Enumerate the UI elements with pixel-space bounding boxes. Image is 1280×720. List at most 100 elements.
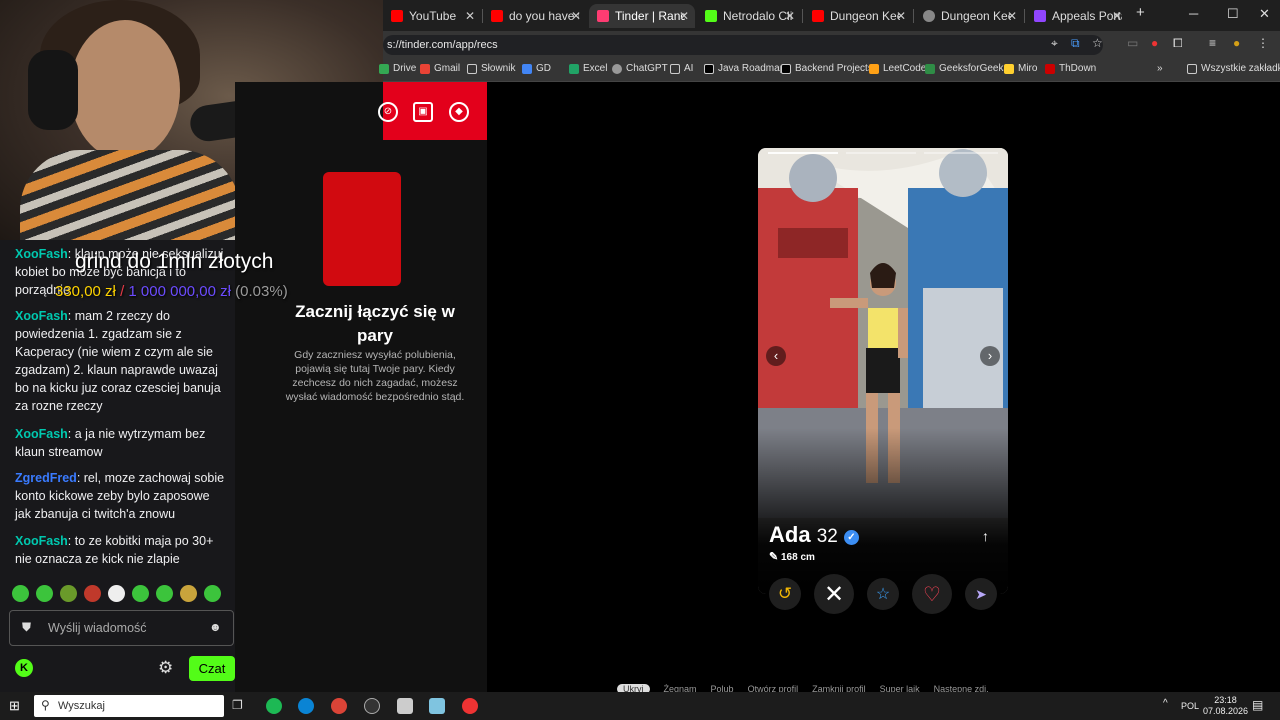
bookmark-item[interactable]: ThDown [1045, 63, 1096, 74]
like-button[interactable]: ♡ [912, 574, 952, 614]
close-tab-icon[interactable]: ✕ [1112, 9, 1122, 23]
profile-card[interactable]: ‹ › Ada 32 ✓ ↑ ✎ 168 cm [758, 148, 1008, 594]
briefcase-icon[interactable]: ▣ [413, 102, 433, 122]
profile-age: 32 [816, 526, 838, 547]
shield-icon: ⛊ [22, 620, 32, 634]
puzzle-icon[interactable]: ⧠ [1173, 36, 1183, 51]
chrome-icon[interactable] [331, 698, 347, 714]
extension-icon[interactable]: ● [1151, 36, 1158, 50]
empty-matches-description: Gdy zaczniesz wysyłać polubienia, pojawi… [285, 349, 465, 403]
matches-sidebar: ⊘ ▣ ◆ Zacznij łączyć się w pary Gdy zacz… [235, 82, 487, 692]
system-clock[interactable]: 23:18 07.08.2026 [1203, 695, 1248, 717]
tab-youtube[interactable]: YouTube ✕ [383, 4, 481, 28]
translate-icon[interactable]: ⧉ [1071, 36, 1080, 51]
streamer-shirt [20, 150, 240, 240]
bookmark-item[interactable]: Excel [569, 63, 607, 74]
bookmark-item[interactable]: LeetCode [869, 63, 926, 74]
star-bookmark-icon[interactable]: ☆ [1092, 36, 1103, 50]
chat-message: XooFash: a ja nie wytrzymam bez klaun st… [15, 427, 206, 459]
youtube-icon [812, 10, 824, 22]
up-arrow-icon[interactable]: ^ [1163, 698, 1168, 709]
emote-icon[interactable] [204, 585, 221, 602]
chat-message: ZgredFred: rel, moze zachowaj sobie kont… [15, 471, 225, 521]
maximize-icon[interactable]: ☐ [1227, 6, 1239, 22]
youtube-icon [391, 10, 403, 22]
emote-icon[interactable] [12, 585, 29, 602]
task-view-icon[interactable]: ❐ [232, 698, 248, 714]
bookmark-item[interactable]: ChatGPT [612, 63, 668, 74]
tab-appeals[interactable]: Appeals Portal ✕ [1026, 4, 1128, 28]
url-field[interactable]: s://tinder.com/app/recs [383, 35, 1103, 55]
open-profile-icon[interactable]: ↑ [982, 528, 989, 544]
gear-icon[interactable]: ⚙ [158, 658, 173, 678]
boost-button[interactable]: ➤ [965, 578, 997, 610]
headphones [28, 50, 78, 130]
location-icon[interactable]: ⌖ [1051, 36, 1058, 51]
language-indicator[interactable]: POL [1181, 701, 1199, 711]
extension-icon[interactable]: ▭ [1127, 36, 1138, 50]
emote-icon[interactable] [84, 585, 101, 602]
bookmark-item[interactable]: Drive [379, 63, 416, 74]
emote-icon[interactable] [132, 585, 149, 602]
bookmark-item[interactable]: Miro [1004, 63, 1037, 74]
chat-send-button[interactable]: Czat [189, 656, 235, 681]
emote-icon[interactable] [36, 585, 53, 602]
tab-tinder[interactable]: Tinder | Randki, p ✕ [589, 4, 695, 28]
tab-clips[interactable]: Netrodalo Clips ✕ [697, 4, 801, 28]
new-tab-button[interactable]: + [1136, 4, 1145, 21]
tab-dungeon-keeper-2[interactable]: Dungeon Keeper ✕ [915, 4, 1023, 28]
menu-icon[interactable]: ⋮ [1257, 36, 1269, 50]
windows-start-icon[interactable]: ⊞ [9, 698, 20, 714]
all-bookmarks-folder[interactable]: Wszystkie zakładki [1187, 63, 1280, 74]
verified-badge-icon: ✓ [843, 530, 859, 545]
close-tab-icon[interactable]: ✕ [896, 9, 906, 23]
minimize-icon[interactable]: ─ [1189, 6, 1198, 21]
windows-taskbar: ⊞ ⚲ Wyszukaj ❐ ^ POL 23:18 07.08.2026 ▤ [0, 692, 1280, 720]
app-icon[interactable] [397, 698, 413, 714]
bookmark-item[interactable]: Backend Projects [781, 63, 873, 74]
close-tab-icon[interactable]: ✕ [1007, 9, 1017, 23]
bookmark-item[interactable]: AI [670, 63, 693, 74]
chat-message-input[interactable]: ⛊ Wyślij wiadomość ☻ [9, 610, 234, 646]
next-photo-icon[interactable]: › [980, 346, 1000, 366]
emote-icon[interactable] [108, 585, 125, 602]
super-like-button[interactable]: ☆ [867, 578, 899, 610]
tab-video[interactable]: do you have to l ✕ [483, 4, 587, 28]
rewind-icon: ↺ [777, 584, 793, 603]
edge-icon[interactable] [298, 698, 314, 714]
app-icon[interactable] [462, 698, 478, 714]
search-icon: ⚲ [41, 698, 50, 712]
spotify-icon[interactable] [266, 698, 282, 714]
stream-chat: XooFash: klaun może nie seksualizuj kobi… [0, 240, 235, 692]
rewind-button[interactable]: ↺ [769, 578, 801, 610]
emote-icon[interactable] [180, 585, 197, 602]
emote-icon[interactable] [156, 585, 173, 602]
reading-list-icon[interactable]: ≡ [1209, 36, 1216, 50]
profile-avatar[interactable]: ● [1233, 36, 1240, 50]
shield-icon[interactable]: ◆ [449, 102, 469, 122]
taskbar-search[interactable]: ⚲ Wyszukaj [34, 695, 224, 717]
explore-icon[interactable]: ⊘ [378, 102, 398, 122]
kick-logo-icon[interactable]: K [15, 659, 33, 677]
bookmark-item[interactable]: GeeksforGeeks [925, 63, 1008, 74]
close-tab-icon[interactable]: ✕ [679, 9, 689, 23]
bookmarks-bar: Drive Gmail Słownik GD Excel ChatGPT AI … [379, 58, 1280, 82]
bookmark-item[interactable]: Java Roadmap [704, 63, 785, 74]
nope-button[interactable]: ✕ [814, 574, 854, 614]
bookmark-item[interactable]: GD [522, 63, 551, 74]
bookmark-item[interactable]: Gmail [420, 63, 460, 74]
bookmark-item[interactable]: Słownik [467, 63, 515, 74]
prev-photo-icon[interactable]: ‹ [766, 346, 786, 366]
close-tab-icon[interactable]: ✕ [571, 9, 581, 23]
bookmarks-more-button[interactable]: » [1157, 63, 1163, 74]
app-icon[interactable] [429, 698, 445, 714]
close-tab-icon[interactable]: ✕ [785, 9, 795, 23]
emote-icon[interactable] [60, 585, 77, 602]
obs-icon[interactable] [364, 698, 380, 714]
close-window-icon[interactable]: ✕ [1259, 6, 1270, 22]
goal-overlay-title: grind do 1mln złotych [75, 250, 274, 273]
notification-icon[interactable]: ▤ [1252, 698, 1263, 712]
close-tab-icon[interactable]: ✕ [465, 9, 475, 23]
tab-dungeon-keeper-1[interactable]: Dungeon Keeper ✕ [804, 4, 912, 28]
emoji-icon[interactable]: ☻ [209, 620, 222, 634]
